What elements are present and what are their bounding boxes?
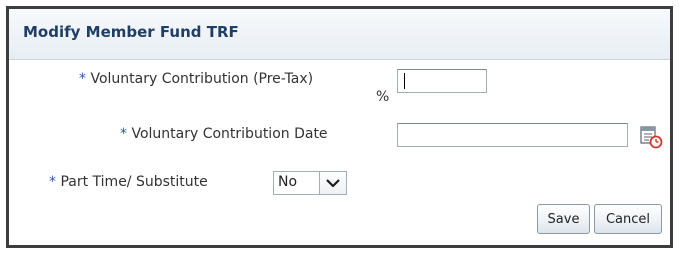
required-marker: *	[79, 71, 86, 87]
save-button[interactable]: Save	[537, 204, 590, 234]
text-caret	[404, 73, 405, 89]
chevron-down-icon	[326, 179, 340, 188]
part-time-label: * Part Time/ Substitute	[49, 174, 208, 190]
part-time-selected-value: No	[278, 174, 298, 190]
cancel-button[interactable]: Cancel	[594, 204, 662, 234]
contribution-pretax-label-text: Voluntary Contribution (Pre-Tax)	[90, 71, 314, 87]
required-marker: *	[120, 126, 127, 142]
part-time-select[interactable]: No	[273, 171, 347, 195]
contribution-date-label-text: Voluntary Contribution Date	[131, 126, 328, 142]
part-time-label-text: Part Time/ Substitute	[60, 174, 208, 190]
calendar-clock-icon[interactable]	[639, 125, 663, 149]
contribution-pretax-unit: %	[376, 89, 390, 105]
contribution-pretax-input[interactable]	[397, 69, 487, 93]
contribution-date-input[interactable]	[397, 123, 628, 147]
modify-member-fund-dialog: Modify Member Fund TRF * Voluntary Contr…	[6, 6, 673, 248]
contribution-pretax-label: * Voluntary Contribution (Pre-Tax)	[79, 71, 313, 87]
dialog-title: Modify Member Fund TRF	[23, 23, 239, 41]
required-marker: *	[49, 174, 56, 190]
dialog-header: Modify Member Fund TRF	[9, 9, 670, 60]
contribution-date-label: * Voluntary Contribution Date	[120, 126, 328, 142]
part-time-dropdown-button[interactable]	[319, 172, 346, 194]
